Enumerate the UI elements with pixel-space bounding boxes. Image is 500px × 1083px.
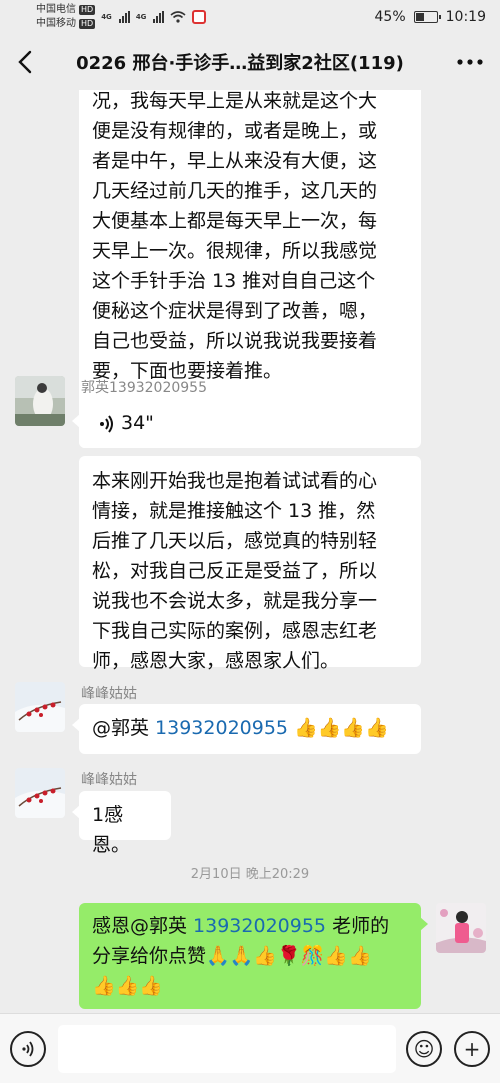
message-list[interactable]: 况，我每天早上是从来就是这个大 便是没有规律的，或者是晚上，或 者是中午，早上从…	[0, 90, 500, 1013]
signal-group: 4G 4G	[101, 11, 186, 23]
carrier-info: 中国电信 HD 中国移动 HD	[36, 3, 96, 31]
voice-wave-icon	[100, 414, 113, 433]
emoji-icon: ☺	[413, 1036, 435, 1061]
battery-level-fill	[415, 13, 425, 21]
message-text-line: 便是没有规律的，或者是晚上，或	[92, 120, 378, 142]
my-avatar[interactable]	[436, 903, 486, 953]
mention-name: @郭英	[92, 717, 156, 739]
network-label: 4G	[101, 13, 112, 21]
sender-avatar[interactable]	[15, 376, 65, 426]
plus-button[interactable]: +	[454, 1030, 490, 1067]
hd-badge: HD	[79, 19, 96, 29]
sender-name: 峰峰姑姑	[81, 686, 137, 702]
voice-duration: 34"	[121, 412, 154, 434]
chat-header: 0226 邢台·手诊手…益到家2社区(119)	[0, 34, 500, 90]
message-text-line: 天早上一次。很规律，所以我感觉	[92, 240, 378, 262]
message-text-line: 情接，就是推接触这个 13 推，然	[92, 500, 376, 522]
signal-icon	[153, 11, 165, 23]
message-text-line: 自己也受益，所以说我说我要接着	[92, 330, 378, 352]
more-dots-icon	[457, 59, 483, 65]
sender-avatar[interactable]	[15, 768, 65, 818]
voice-toggle-button[interactable]	[10, 1030, 46, 1067]
message-bubble-mention[interactable]: @郭英 13932020955 👍👍👍👍	[72, 704, 421, 754]
hd-badge: HD	[79, 5, 96, 15]
sender-name: 郭英13932020955	[81, 380, 207, 396]
input-bar: ☺ +	[0, 1013, 500, 1083]
clock: 10:19	[445, 9, 486, 25]
message-text-line: 本来刚开始我也是抱着试试看的心	[92, 470, 378, 492]
message-text-line: 下我自己实际的案例，感恩志红老	[92, 620, 378, 642]
voice-toggle-icon	[22, 1040, 34, 1057]
time-separator: 2月10日 晚上20:29	[190, 867, 310, 882]
emoji-button[interactable]: ☺	[406, 1030, 442, 1067]
voice-message-bubble[interactable]: 34"	[72, 400, 285, 448]
status-bar: 中国电信 HD 中国移动 HD 4G 4G 45% 10:19	[0, 0, 500, 34]
message-text-line: 便秘这个症状是得到了改善，嗯，	[92, 300, 378, 322]
sender-avatar[interactable]	[15, 682, 65, 732]
message-text-line: 感恩@郭英 13932020955 老师的	[92, 911, 408, 941]
message-bubble-text[interactable]: 1感恩。	[72, 791, 171, 856]
emoji-text: 👍👍👍👍	[288, 717, 389, 739]
message-text: 老师的	[326, 915, 390, 937]
battery-percent: 45%	[374, 9, 406, 25]
message-text-line: 说我也不会说太多，就是我分享一	[92, 590, 378, 612]
wifi-icon	[170, 11, 186, 23]
message-text: 感恩@郭英	[92, 915, 194, 937]
back-chevron-icon	[18, 50, 32, 74]
message-text-line: 👍👍👍	[92, 975, 163, 997]
carrier-1-label: 中国电信	[36, 4, 76, 15]
battery-icon	[413, 11, 441, 23]
message-text-line: 这个手针手治 13 推对自自己这个	[92, 270, 376, 292]
message-text-line: 松，对我自己反正是受益了，所以	[92, 560, 378, 582]
my-message-bubble[interactable]: 感恩@郭英 13932020955 老师的 分享给你点赞🙏🙏👍🌹🎊👍👍 👍👍👍	[79, 903, 428, 1009]
chat-title: 0226 邢台·手诊手…益到家2社区(119)	[76, 53, 404, 74]
message-text-line: 师，感恩大家，感恩家人们。	[92, 650, 340, 672]
message-text-line: 几天经过前几天的推手，这几天的	[92, 180, 378, 202]
notification-app-icon	[192, 10, 207, 24]
signal-icon	[118, 11, 130, 23]
carrier-2-label: 中国移动	[36, 18, 76, 29]
back-button[interactable]	[0, 34, 50, 90]
message-text-line: 大便基本上都是每天早上一次，每	[92, 210, 378, 232]
message-text: 1感恩。	[92, 804, 131, 856]
message-input[interactable]	[58, 1024, 396, 1073]
network-label: 4G	[135, 13, 147, 21]
message-text-line: 后推了几天以后，感觉真的特别轻	[92, 530, 378, 552]
message-bubble-text[interactable]: 本来刚开始我也是抱着试试看的心 情接，就是推接触这个 13 推，然 后推了几天以…	[79, 456, 421, 672]
plus-icon: +	[463, 1036, 481, 1061]
more-button[interactable]	[440, 34, 500, 90]
message-text-line: 分享给你点赞🙏🙏👍🌹🎊👍👍	[92, 945, 372, 967]
sender-name: 峰峰姑姑	[81, 772, 137, 788]
message-text-line: 者是中午，早上从来没有大便，这	[92, 150, 378, 172]
mention-phone-link[interactable]: 13932020955	[193, 915, 326, 937]
message-text-line: 况，我每天早上是从来就是这个大	[92, 90, 378, 112]
mention-phone-link[interactable]: 13932020955	[155, 717, 288, 739]
